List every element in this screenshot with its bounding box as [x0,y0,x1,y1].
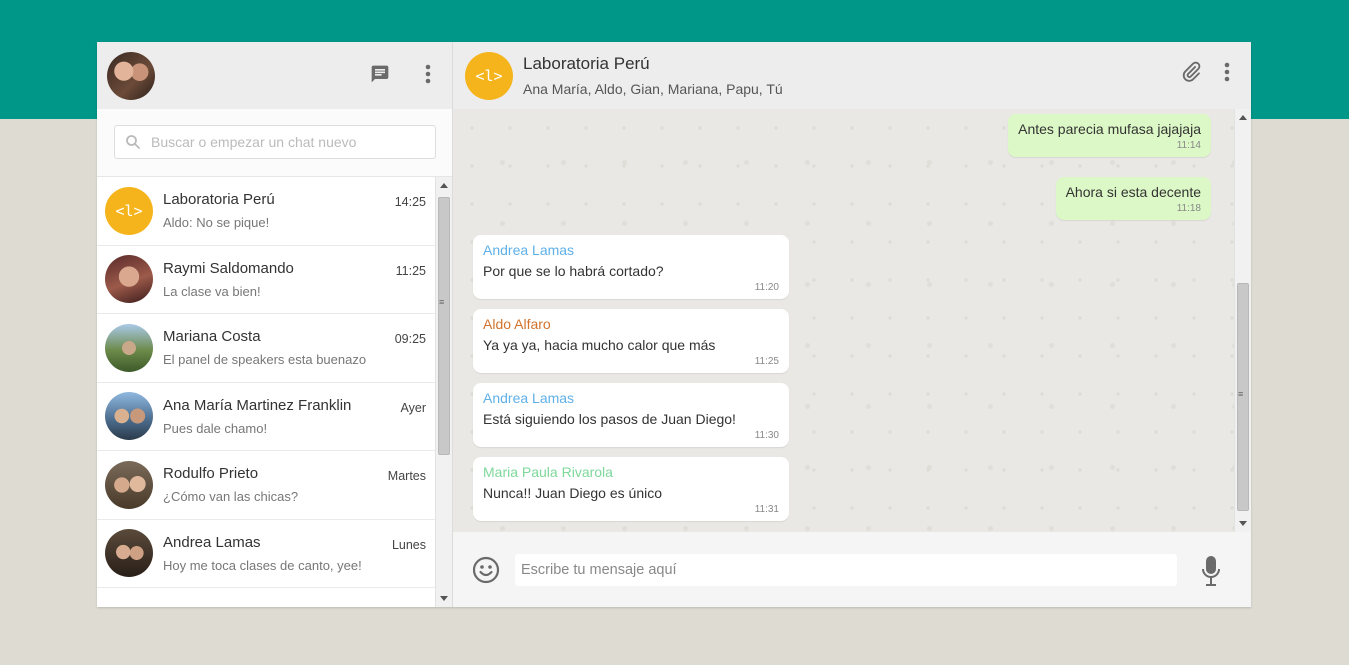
message-scrollbar[interactable]: ≡ [1234,109,1251,532]
scroll-thumb[interactable] [438,197,450,455]
message-text: Ahora si esta decente [1065,184,1201,200]
message-time: 11:20 [754,282,779,293]
chat-last-message: Hoy me toca clases de canto, yee! [163,557,362,573]
chat-time: Martes [387,469,426,483]
chat-time: Ayer [400,400,426,415]
chat-last-message: Aldo: No se pique! [163,215,270,231]
sidebar: <l> Laboratoria Perú Aldo: No se pique! … [97,42,453,607]
attach-button[interactable] [1179,60,1203,84]
chat-name: Andrea Lamas [163,533,261,551]
chat-time: 09:25 [394,332,426,346]
message-time: 11:14 [1176,140,1201,151]
message-text: Por que se lo habrá cortado? [483,263,664,279]
scroll-up-icon[interactable] [1239,115,1247,120]
conversation-members: Ana María, Aldo, Gian, Mariana, Papu, Tú [523,81,783,97]
avatar [105,460,153,509]
chat-item-mariana[interactable]: Mariana Costa El panel de speakers esta … [97,314,436,383]
composer [453,532,1251,607]
conversation-header[interactable]: <l> Laboratoria Perú Ana María, Aldo, Gi… [453,42,1251,109]
chat-time: 14:25 [394,195,426,209]
avatar [105,255,153,304]
message-text: Antes parecia mufasa jajajaja [1018,121,1201,137]
chat-name: Mariana Costa [163,328,261,346]
chat-last-message: La clase va bien! [163,283,261,299]
message-area: Antes parecia mufasa jajajaja 11:14 Ahor… [453,109,1251,532]
message-bubble-out: Antes parecia mufasa jajajaja 11:14 [1008,114,1211,157]
my-avatar[interactable] [107,51,155,100]
message-bubble-in: Andrea Lamas Por que se lo habrá cortado… [473,235,789,299]
message-sender: Andrea Lamas [483,390,575,406]
conversation-menu-button[interactable] [1215,60,1239,84]
group-avatar: <l> [105,186,153,235]
message-text: Está siguiendo los pasos de Juan Diego! [483,411,736,427]
message-bubble-in: Maria Paula Rivarola Nunca!! Juan Diego … [473,457,789,521]
message-input[interactable] [515,553,1177,586]
chat-item-laboratoria[interactable]: <l> Laboratoria Perú Aldo: No se pique! … [97,177,436,246]
conversation-avatar[interactable]: <l> [465,51,513,100]
sidebar-header [97,42,452,109]
emoji-button[interactable] [471,555,501,585]
avatar [105,392,153,441]
chat-last-message: ¿Cómo van las chicas? [163,489,299,505]
more-vertical-icon [1224,62,1230,82]
chat-item-ana-maria[interactable]: Ana María Martinez Franklin Pues dale ch… [97,382,436,451]
chat-item-raymi[interactable]: Raymi Saldomando La clase va bien! 11:25 [97,245,436,314]
grip-icon: ≡ [439,297,445,307]
search-box [114,125,436,159]
message-time: 11:25 [754,356,779,367]
chat-app: <l> Laboratoria Perú Aldo: No se pique! … [97,42,1251,607]
message-bubble-in: Andrea Lamas Está siguiendo los pasos de… [473,383,789,447]
message-text: Ya ya ya, hacia mucho calor que más [483,337,716,353]
more-vertical-icon [425,64,431,84]
microphone-icon [1202,556,1220,586]
message-sender: Andrea Lamas [483,242,575,258]
chat-time: 11:25 [395,263,426,278]
chat-list: <l> Laboratoria Perú Aldo: No se pique! … [97,177,452,607]
message-sender: Aldo Alfaro [483,316,551,332]
emoji-icon [472,556,500,583]
menu-button[interactable] [416,62,440,86]
conversation-title: Laboratoria Perú [523,54,650,73]
chat-time: Lunes [391,537,426,552]
avatar [105,323,153,372]
chat-last-message: El panel de speakers esta buenazo [163,352,367,368]
chat-name: Laboratoria Perú [163,191,275,209]
scroll-up-icon[interactable] [440,183,448,188]
search-input[interactable] [151,126,431,158]
conversation-pane: <l> Laboratoria Perú Ana María, Aldo, Gi… [453,42,1251,607]
search-icon [126,135,140,149]
chat-list-scrollbar[interactable]: ≡ [435,177,452,607]
message-sender: Maria Paula Rivarola [483,464,613,480]
chat-item-andrea[interactable]: Andrea Lamas Hoy me toca clases de canto… [97,519,436,588]
message-bubble-in: Aldo Alfaro Ya ya ya, hacia mucho calor … [473,309,789,373]
avatar [105,529,153,578]
new-chat-button[interactable] [368,62,392,86]
message-bubble-out: Ahora si esta decente 11:18 [1055,177,1211,220]
scroll-down-icon[interactable] [1239,521,1247,526]
scroll-down-icon[interactable] [440,596,448,601]
voice-button[interactable] [1199,554,1223,588]
chat-item-rodulfo[interactable]: Rodulfo Prieto ¿Cómo van las chicas? Mar… [97,451,436,520]
chat-last-message: Pues dale chamo! [163,420,268,436]
paperclip-icon [1182,61,1201,82]
message-time: 11:31 [754,504,779,515]
message-time: 11:30 [754,430,779,441]
message-text: Nunca!! Juan Diego es único [483,485,662,501]
search-area [97,109,452,177]
chat-icon [371,65,389,83]
message-time: 11:18 [1176,203,1201,214]
grip-icon: ≡ [1238,389,1244,399]
chat-name: Raymi Saldomando [163,259,294,277]
chat-name: Ana María Martinez Franklin [163,396,352,414]
